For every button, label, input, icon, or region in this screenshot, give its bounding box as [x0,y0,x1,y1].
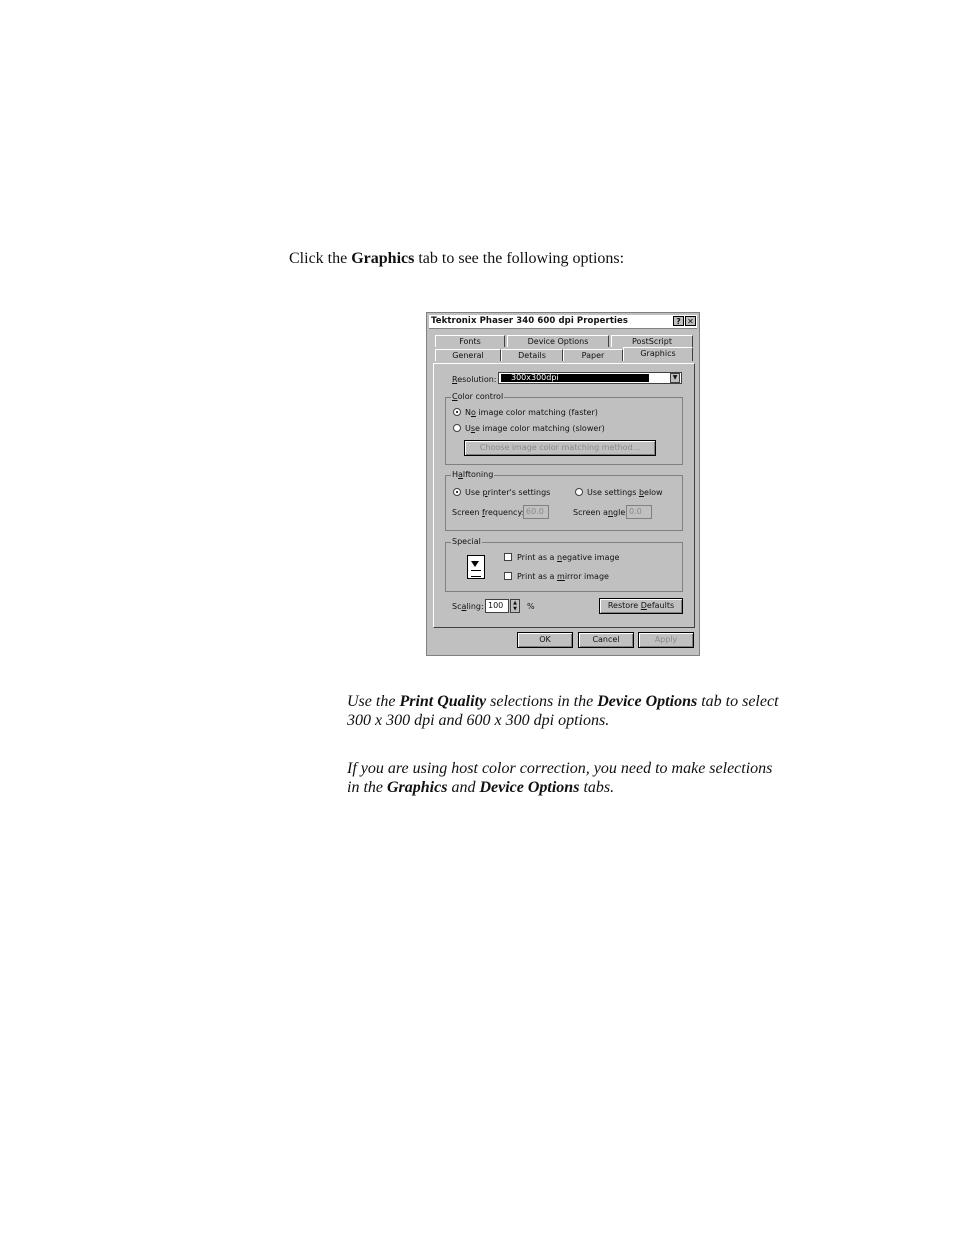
percent-label: % [527,602,535,611]
scaling-label: Scaling: [452,602,484,611]
screen-angle-field[interactable]: 0.0 [626,505,652,519]
resolution-select[interactable]: 300x300dpi ▼ [498,372,682,384]
intro-text: Click the Graphics tab to see the follow… [289,250,625,267]
mirror-image-label: Print as a mirror image [517,572,609,581]
chevron-down-icon[interactable]: ▼ [670,373,680,383]
graphics-term: Graphics [351,250,415,267]
settings-below-radio[interactable] [575,488,583,496]
use-color-matching-radio[interactable] [453,424,461,432]
color-control-label: Color control [451,392,505,401]
halftoning-group [445,475,683,531]
document-icon [467,555,485,579]
ok-button[interactable]: OK [517,632,573,648]
no-color-matching-label: No image color matching (faster) [465,408,598,417]
negative-image-label: Print as a negative image [517,553,620,562]
screen-angle-label: Screen angle: [573,508,628,517]
dialog-titlebar: Tektronix Phaser 340 600 dpi Properties … [429,315,697,329]
use-color-matching-label: Use image color matching (slower) [465,424,605,433]
choose-matching-method-button[interactable]: Choose image color matching method... [464,440,656,456]
mirror-image-checkbox[interactable] [504,572,512,580]
note-host-color-correction: If you are using host color correction, … [347,760,773,796]
tab-postscript[interactable]: PostScript [611,335,693,347]
cancel-button[interactable]: Cancel [578,632,634,648]
properties-dialog: Tektronix Phaser 340 600 dpi Properties … [426,312,700,656]
tab-graphics[interactable]: Graphics [623,347,693,361]
tab-device-options[interactable]: Device Options [507,335,609,347]
scaling-field[interactable]: 100 [485,599,509,613]
settings-below-label: Use settings below [587,488,663,497]
screen-frequency-field[interactable]: 60.0 [523,505,549,519]
screen-frequency-label: Screen frequency: [452,508,525,517]
resolution-label: Resolution: [452,375,497,384]
help-button[interactable]: ? [673,316,684,326]
negative-image-checkbox[interactable] [504,553,512,561]
note-print-quality: Use the Print Quality selections in the … [347,693,779,729]
special-label: Special [451,537,482,546]
dialog-title: Tektronix Phaser 340 600 dpi Properties [431,316,629,326]
scaling-stepper[interactable]: ▲ ▼ [510,599,520,613]
tab-fonts[interactable]: Fonts [435,335,505,347]
close-button[interactable]: ✕ [685,316,696,326]
restore-defaults-button[interactable]: Restore Defaults [599,598,683,614]
halftoning-label: Halftoning [451,470,495,479]
tab-paper[interactable]: Paper [563,349,623,361]
tab-general[interactable]: General [435,349,501,361]
apply-button[interactable]: Apply [638,632,694,648]
printer-settings-label: Use printer's settings [465,488,551,497]
resolution-value: 300x300dpi [501,374,649,382]
tab-details[interactable]: Details [501,349,563,361]
no-color-matching-radio[interactable] [453,408,461,416]
printer-settings-radio[interactable] [453,488,461,496]
